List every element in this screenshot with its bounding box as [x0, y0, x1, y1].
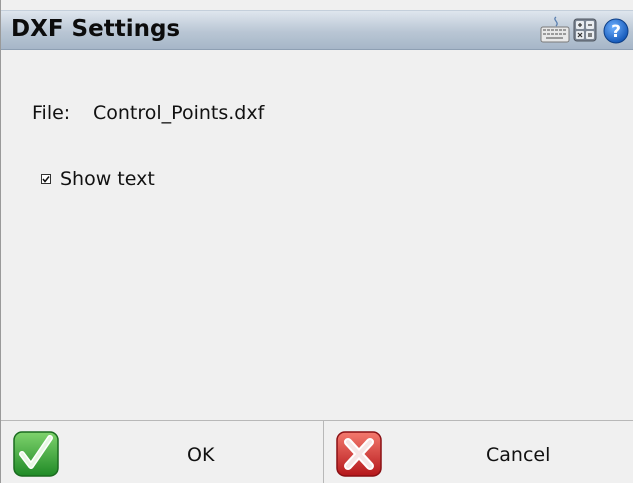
file-name-value: Control_Points.dxf	[93, 102, 265, 124]
button-bar: OK Cancel	[1, 420, 633, 483]
window-title: DXF Settings	[11, 16, 181, 42]
red-x-icon	[335, 430, 383, 478]
cancel-button-label: Cancel	[486, 444, 551, 466]
show-text-checkbox[interactable]	[41, 174, 51, 184]
show-text-label[interactable]: Show text	[60, 168, 155, 190]
cancel-button[interactable]: Cancel	[324, 421, 633, 483]
keyboard-icon[interactable]	[540, 16, 570, 48]
dxf-settings-window: DXF Settings ? File: Control_Points.dxf …	[0, 0, 633, 483]
green-check-icon	[12, 430, 60, 478]
ok-button[interactable]: OK	[1, 421, 324, 483]
settings-content: File: Control_Points.dxf Show text	[1, 50, 633, 420]
file-label: File:	[32, 102, 71, 124]
show-text-option[interactable]: Show text	[41, 168, 155, 190]
checkmark-icon	[42, 176, 50, 183]
ok-button-label: OK	[187, 444, 215, 466]
svg-text:?: ?	[611, 22, 621, 42]
calculator-icon[interactable]	[573, 18, 597, 46]
title-bar: DXF Settings ?	[1, 10, 633, 50]
help-icon[interactable]: ?	[603, 18, 629, 48]
